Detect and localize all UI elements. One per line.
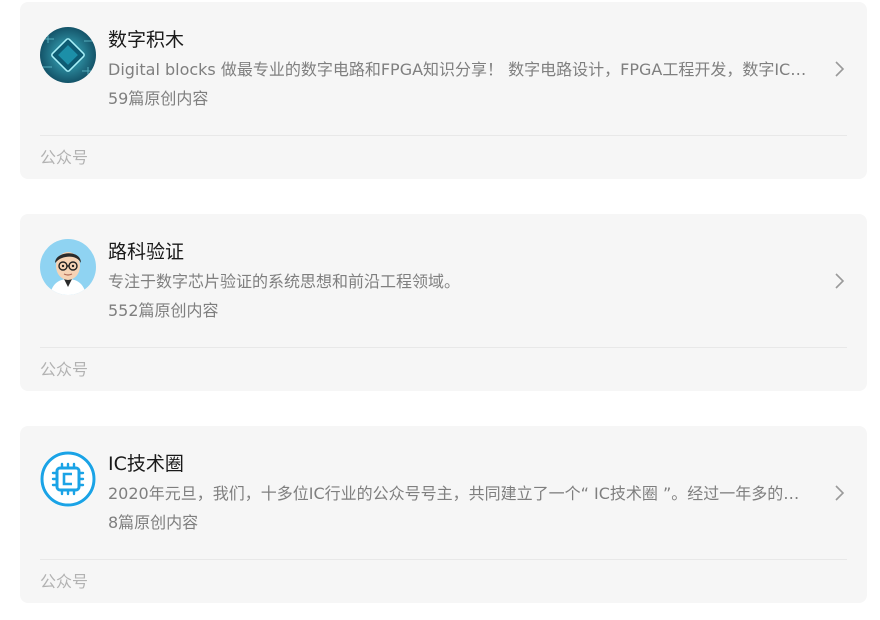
account-name: 路科验证 xyxy=(108,241,185,263)
account-description: 2020年元旦，我们，十多位IC行业的公众号号主，共同建立了一个“ IC技术圈 … xyxy=(108,484,810,503)
account-name: 数字积木 xyxy=(108,29,185,51)
original-article-count: 552篇原创内容 xyxy=(108,301,219,320)
account-type-label: 公众号 xyxy=(40,360,89,379)
person-with-glasses-avatar-icon xyxy=(40,239,96,295)
account-card-digital-blocks[interactable]: 数字积木 Digital blocks 做最专业的数字电路和FPGA知识分享！ … xyxy=(20,2,867,179)
chevron-right-icon xyxy=(835,61,845,77)
divider xyxy=(40,347,847,348)
divider xyxy=(40,559,847,560)
account-description: Digital blocks 做最专业的数字电路和FPGA知识分享！ 数字电路设… xyxy=(108,60,810,79)
account-name: IC技术圈 xyxy=(108,453,184,475)
original-article-count: 8篇原创内容 xyxy=(108,513,199,532)
account-description: 专注于数字芯片验证的系统思想和前沿工程领域。 xyxy=(108,272,461,291)
account-type-label: 公众号 xyxy=(40,572,89,591)
chip-outline-avatar-icon xyxy=(40,451,96,507)
original-article-count: 59篇原创内容 xyxy=(108,89,209,108)
chevron-right-icon xyxy=(835,273,845,289)
account-type-label: 公众号 xyxy=(40,148,89,167)
account-card-luke-verification[interactable]: 路科验证 专注于数字芯片验证的系统思想和前沿工程领域。 552篇原创内容 公众号 xyxy=(20,214,867,391)
divider xyxy=(40,135,847,136)
chevron-right-icon xyxy=(835,485,845,501)
account-card-ic-tech-circle[interactable]: IC技术圈 2020年元旦，我们，十多位IC行业的公众号号主，共同建立了一个“ … xyxy=(20,426,867,603)
chip-board-avatar-icon xyxy=(40,27,96,83)
